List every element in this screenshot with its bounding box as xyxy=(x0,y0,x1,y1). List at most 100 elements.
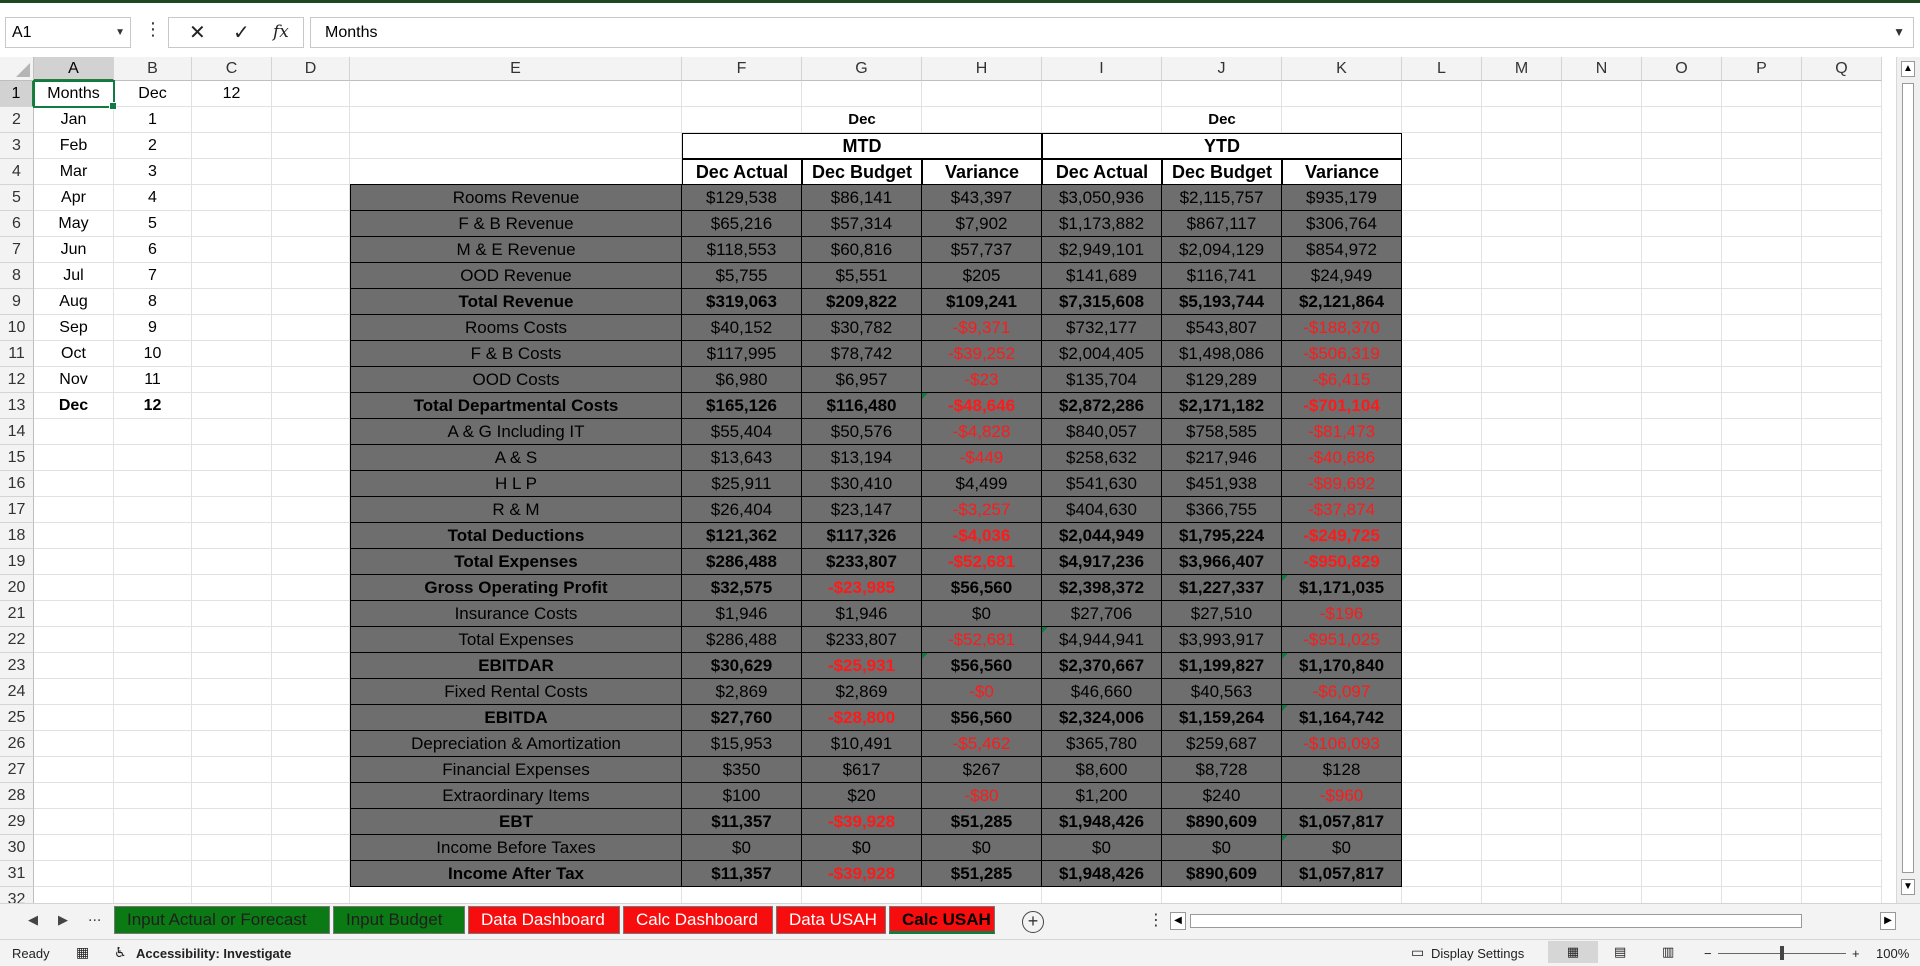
macro-record-icon[interactable]: ▦ xyxy=(76,944,89,961)
report-value-cell[interactable]: $51,285 xyxy=(922,861,1042,887)
column-header-b[interactable]: B xyxy=(114,57,192,81)
grid-cell[interactable] xyxy=(272,783,350,809)
grid-cell[interactable] xyxy=(1482,679,1562,705)
grid-cell[interactable] xyxy=(802,81,922,107)
grid-cell[interactable] xyxy=(1802,341,1882,367)
report-value-cell[interactable]: -$960 xyxy=(1282,783,1402,809)
report-value-cell[interactable]: $890,609 xyxy=(1162,861,1282,887)
grid-cell[interactable] xyxy=(192,445,272,471)
report-value-cell[interactable]: $100 xyxy=(682,783,802,809)
report-value-cell[interactable]: -$106,093 xyxy=(1282,731,1402,757)
formula-input[interactable]: Months ▼ xyxy=(310,17,1914,48)
report-value-cell[interactable]: $30,410 xyxy=(802,471,922,497)
grid-cell[interactable] xyxy=(1722,523,1802,549)
grid-cell[interactable] xyxy=(1642,133,1722,159)
grid-cell[interactable] xyxy=(1802,783,1882,809)
grid-cell[interactable] xyxy=(272,679,350,705)
grid-cell[interactable] xyxy=(1802,393,1882,419)
row-header-19[interactable]: 19 xyxy=(0,549,34,575)
grid-cell[interactable] xyxy=(1802,653,1882,679)
grid-cell[interactable] xyxy=(1562,445,1642,471)
grid-cell[interactable] xyxy=(192,601,272,627)
report-value-cell[interactable]: $1,199,827 xyxy=(1162,653,1282,679)
report-value-cell[interactable]: $7,315,608 xyxy=(1042,289,1162,315)
month-name-cell[interactable]: May xyxy=(34,211,114,237)
report-value-cell[interactable]: -$5,462 xyxy=(922,731,1042,757)
grid-cell[interactable] xyxy=(272,289,350,315)
report-value-cell[interactable]: $15,953 xyxy=(682,731,802,757)
row-header-25[interactable]: 25 xyxy=(0,705,34,731)
row-header-20[interactable]: 20 xyxy=(0,575,34,601)
report-value-cell[interactable]: -$39,928 xyxy=(802,809,922,835)
grid-cell[interactable] xyxy=(114,757,192,783)
grid-cell[interactable] xyxy=(192,523,272,549)
grid-cell[interactable] xyxy=(192,705,272,731)
month-number-cell[interactable]: 1 xyxy=(114,107,192,133)
grid-cell[interactable] xyxy=(34,471,114,497)
grid-cell[interactable] xyxy=(1642,211,1722,237)
tab-next-icon[interactable]: ▶ xyxy=(58,912,68,928)
report-value-cell[interactable]: $1,171,035 xyxy=(1282,575,1402,601)
grid-cell[interactable] xyxy=(272,809,350,835)
report-value-cell[interactable]: $3,050,936 xyxy=(1042,185,1162,211)
grid-cell[interactable] xyxy=(34,705,114,731)
grid-cell[interactable] xyxy=(1722,549,1802,575)
grid-cell[interactable] xyxy=(922,81,1042,107)
report-value-cell[interactable]: $209,822 xyxy=(802,289,922,315)
grid-cell[interactable] xyxy=(1722,263,1802,289)
grid-cell[interactable] xyxy=(272,861,350,887)
grid-cell[interactable] xyxy=(1802,809,1882,835)
grid-cell[interactable] xyxy=(1722,861,1802,887)
grid-cell[interactable] xyxy=(1162,81,1282,107)
grid-cell[interactable] xyxy=(1722,341,1802,367)
grid-cell[interactable] xyxy=(1402,107,1482,133)
grid-cell[interactable] xyxy=(34,549,114,575)
report-value-cell[interactable]: $109,241 xyxy=(922,289,1042,315)
grid-cell[interactable] xyxy=(192,211,272,237)
report-value-cell[interactable]: $10,491 xyxy=(802,731,922,757)
report-value-cell[interactable]: -$23 xyxy=(922,367,1042,393)
grid-cell[interactable] xyxy=(1482,445,1562,471)
grid-cell[interactable] xyxy=(1562,159,1642,185)
report-value-cell[interactable]: $13,194 xyxy=(802,445,922,471)
report-value-cell[interactable]: $0 xyxy=(682,835,802,861)
grid-cell[interactable] xyxy=(192,159,272,185)
grid-cell[interactable] xyxy=(1802,471,1882,497)
report-value-cell[interactable]: $451,938 xyxy=(1162,471,1282,497)
report-value-cell[interactable]: $0 xyxy=(922,601,1042,627)
error-indicator-icon[interactable] xyxy=(1282,705,1288,711)
report-value-cell[interactable]: -$48,646 xyxy=(922,393,1042,419)
grid-cell[interactable] xyxy=(1562,315,1642,341)
fx-icon[interactable]: fx xyxy=(273,22,289,42)
report-value-cell[interactable]: $1,170,840 xyxy=(1282,653,1402,679)
grid-cell[interactable] xyxy=(1722,367,1802,393)
month-name-cell[interactable]: Jun xyxy=(34,237,114,263)
grid-cell[interactable] xyxy=(114,549,192,575)
grid-cell[interactable] xyxy=(1482,653,1562,679)
grid-cell[interactable] xyxy=(114,523,192,549)
row-header-7[interactable]: 7 xyxy=(0,237,34,263)
report-value-cell[interactable]: $11,357 xyxy=(682,861,802,887)
report-value-cell[interactable]: $1,159,264 xyxy=(1162,705,1282,731)
grid-cell[interactable] xyxy=(1482,341,1562,367)
grid-cell[interactable] xyxy=(1802,575,1882,601)
report-value-cell[interactable]: $40,563 xyxy=(1162,679,1282,705)
report-value-cell[interactable]: $2,398,372 xyxy=(1042,575,1162,601)
grid-cell[interactable] xyxy=(1802,133,1882,159)
grid-cell[interactable] xyxy=(1722,393,1802,419)
column-header-l[interactable]: L xyxy=(1402,57,1482,81)
vertical-scroll-thumb[interactable] xyxy=(1902,83,1914,873)
grid-cell[interactable] xyxy=(1802,419,1882,445)
grid-cell[interactable] xyxy=(1642,237,1722,263)
grid-cell[interactable] xyxy=(1402,731,1482,757)
grid-cell[interactable] xyxy=(1402,471,1482,497)
report-value-cell[interactable]: $128 xyxy=(1282,757,1402,783)
report-value-cell[interactable]: $118,553 xyxy=(682,237,802,263)
report-value-cell[interactable]: $46,660 xyxy=(1042,679,1162,705)
grid-cell[interactable] xyxy=(1562,835,1642,861)
grid-cell[interactable] xyxy=(1562,627,1642,653)
grid-cell[interactable] xyxy=(1802,237,1882,263)
grid-cell[interactable] xyxy=(114,445,192,471)
column-header-m[interactable]: M xyxy=(1482,57,1562,81)
row-header-30[interactable]: 30 xyxy=(0,835,34,861)
